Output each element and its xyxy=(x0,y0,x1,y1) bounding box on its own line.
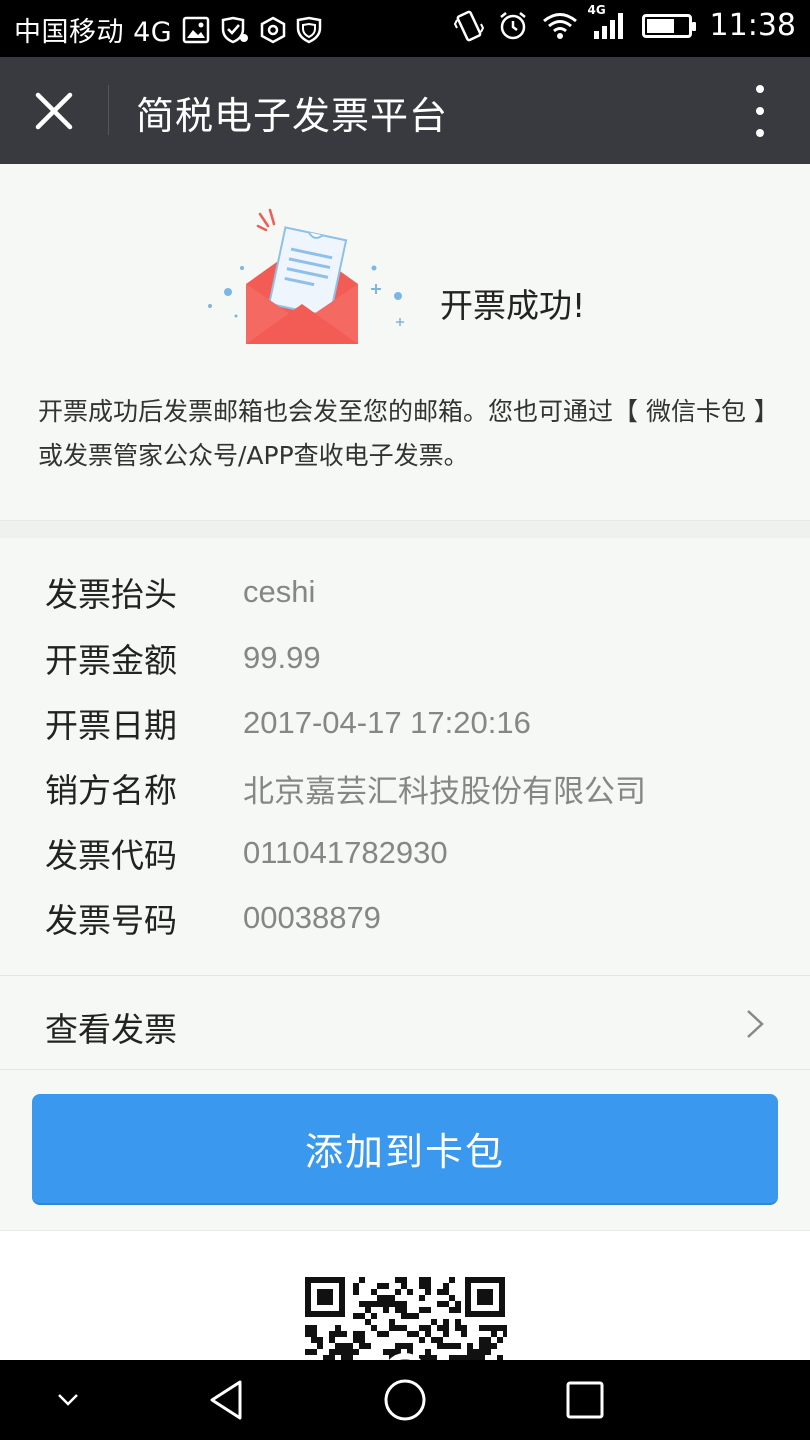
recent-square-icon xyxy=(566,1381,604,1419)
success-description: 开票成功后发票邮箱也会发至您的邮箱。您也可通过【 微信卡包 】或发票管家公众号/… xyxy=(38,397,767,470)
navigation-bar xyxy=(0,1360,810,1440)
hexagon-icon xyxy=(260,16,286,44)
title-divider xyxy=(108,85,109,135)
image-notification-icon xyxy=(182,16,210,44)
invoice-details: 发票抬头 ceshi 开票金额 99.99 开票日期 2017-04-17 17… xyxy=(0,538,810,975)
shield-icon xyxy=(296,16,322,44)
alarm-icon xyxy=(498,11,528,41)
view-invoice-label: 查看发票 xyxy=(45,1010,177,1049)
recent-apps-button[interactable] xyxy=(555,1360,615,1440)
button-area: 添加到卡包 xyxy=(0,1070,810,1230)
add-to-card-wallet-button[interactable]: 添加到卡包 xyxy=(32,1094,778,1205)
chevron-right-icon xyxy=(747,1010,764,1038)
qr-code xyxy=(303,1275,507,1361)
more-dot-icon xyxy=(756,129,764,137)
detail-label: 开票金额 xyxy=(45,641,177,680)
shield-check-icon xyxy=(220,16,250,44)
detail-value: 00038879 xyxy=(243,900,381,935)
carrier-label: 中国移动 4G xyxy=(14,17,173,48)
signal-4g-icon: 4G xyxy=(588,3,628,41)
home-button[interactable] xyxy=(375,1360,435,1440)
detail-label: 开票日期 xyxy=(45,706,177,745)
detail-row-amount: 开票金额 99.99 xyxy=(0,625,810,691)
detail-label: 销方名称 xyxy=(45,771,177,810)
detail-value: 2017-04-17 17:20:16 xyxy=(243,705,531,740)
detail-row-code: 发票代码 011041782930 xyxy=(0,820,810,886)
screen: 中国移动 4G 4G 11:38 简税电子发票平台 开票成功! 开票成功后发票邮… xyxy=(0,0,810,1440)
clock: 11:38 xyxy=(709,8,796,43)
view-invoice-row[interactable]: 查看发票 xyxy=(0,975,810,1070)
section-divider xyxy=(0,520,810,538)
detail-label: 发票抬头 xyxy=(45,575,177,614)
detail-value: 99.99 xyxy=(243,640,321,675)
vibrate-icon xyxy=(453,10,484,42)
success-section: 开票成功! 开票成功后发票邮箱也会发至您的邮箱。您也可通过【 微信卡包 】或发票… xyxy=(0,164,810,520)
detail-label: 发票代码 xyxy=(45,836,177,875)
close-icon xyxy=(35,92,73,130)
detail-row-number: 发票号码 00038879 xyxy=(0,885,810,951)
status-left: 中国移动 4G xyxy=(14,10,322,49)
success-message: 开票成功! xyxy=(440,286,586,325)
home-circle-icon xyxy=(384,1379,426,1421)
detail-value: 北京嘉芸汇科技股份有限公司 xyxy=(243,773,646,810)
qr-section xyxy=(0,1230,810,1361)
status-bar: 中国移动 4G 4G 11:38 xyxy=(0,0,810,57)
battery-icon xyxy=(641,13,696,38)
detail-value: ceshi xyxy=(243,574,316,609)
back-triangle-icon xyxy=(210,1380,242,1420)
detail-row-title: 发票抬头 ceshi xyxy=(0,559,810,625)
network-badge: 4G xyxy=(587,2,606,17)
detail-row-date: 开票日期 2017-04-17 17:20:16 xyxy=(0,690,810,756)
envelope-invoice-icon xyxy=(198,204,413,349)
chevron-down-icon xyxy=(58,1394,78,1406)
detail-row-seller: 销方名称 北京嘉芸汇科技股份有限公司 xyxy=(0,755,810,821)
back-button[interactable] xyxy=(196,1360,256,1440)
hide-nav-button[interactable] xyxy=(40,1360,96,1440)
wifi-icon xyxy=(542,12,578,40)
page-title: 简税电子发票平台 xyxy=(136,94,449,138)
detail-label: 发票号码 xyxy=(45,901,177,940)
close-button[interactable] xyxy=(26,83,82,139)
more-menu-button[interactable] xyxy=(740,85,780,137)
status-right: 4G 11:38 xyxy=(453,3,796,43)
more-dot-icon xyxy=(756,85,764,93)
title-bar: 简税电子发票平台 xyxy=(0,57,810,164)
detail-value: 011041782930 xyxy=(243,835,448,870)
more-dot-icon xyxy=(756,107,764,115)
